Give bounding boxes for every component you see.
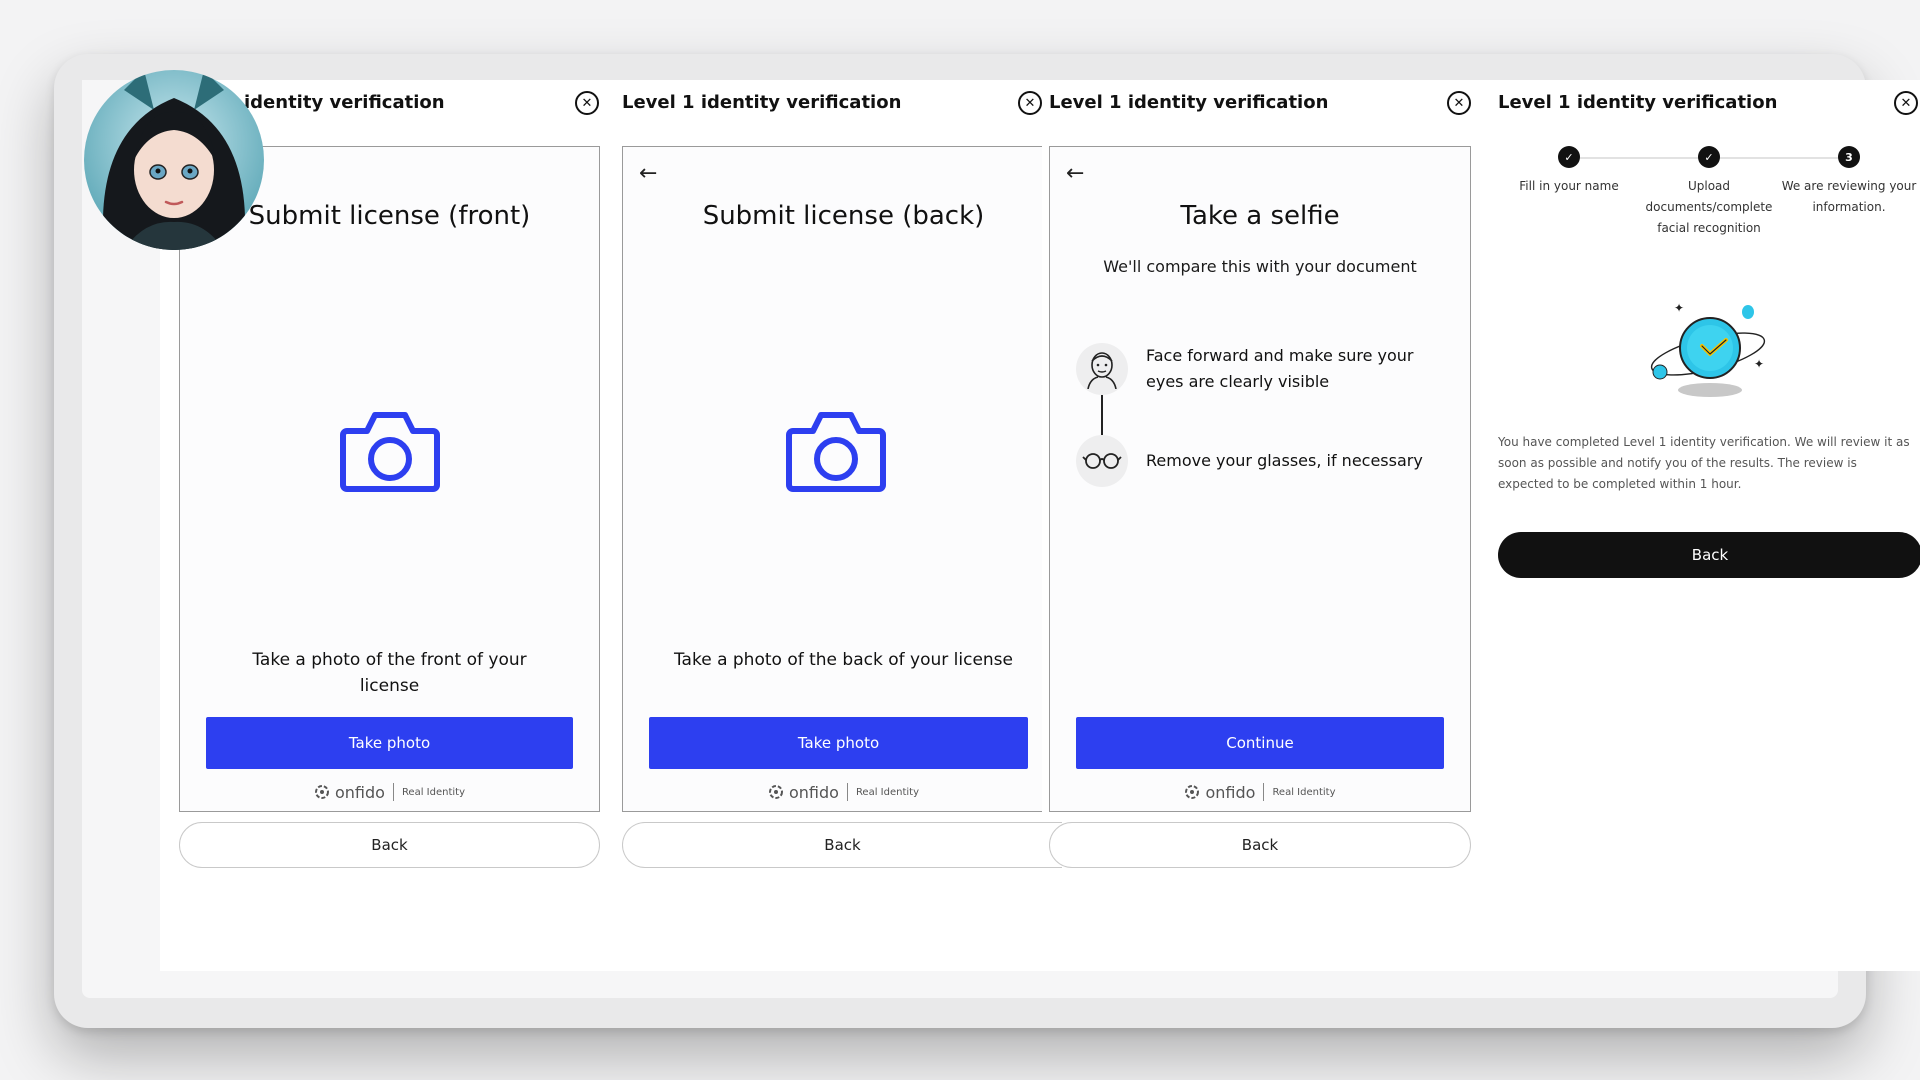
tagline: Real Identity — [1272, 786, 1336, 798]
face-icon — [1076, 343, 1128, 395]
onfido-mark-icon — [1185, 785, 1200, 799]
capture-frame: Submit license (front) Take a photo of t… — [179, 146, 600, 812]
progress-steps: ✓ Fill in your name ✓ Upload documents/c… — [1496, 146, 1920, 246]
onfido-text: onfido — [1205, 782, 1256, 802]
close-icon[interactable]: ✕ — [1894, 91, 1918, 115]
back-button[interactable]: Back — [622, 822, 1062, 868]
check-icon: ✓ — [1698, 146, 1720, 168]
panel-header: Level 1 identity verification ✕ — [622, 80, 1042, 140]
back-button[interactable]: Back — [1498, 532, 1920, 578]
verification-canvas: identity verification ✕ Submit license (… — [160, 80, 1920, 971]
onfido-logo: onfido — [314, 783, 385, 802]
camera-icon[interactable] — [339, 409, 441, 493]
panel-title-partial: identity verification — [244, 92, 445, 113]
svg-text:✦: ✦ — [1754, 357, 1764, 371]
panel-review: Level 1 identity verification ✕ ✓ Fill i… — [1496, 80, 1920, 971]
step-name: ✓ Fill in your name — [1494, 146, 1644, 197]
tip-glasses: Remove your glasses, if necessary — [1076, 435, 1450, 487]
capture-instructions: Take a photo of the front of your licens… — [252, 650, 527, 696]
glasses-icon — [1076, 435, 1128, 487]
tip-text: Face forward and make sure your eyes are… — [1146, 346, 1414, 391]
tip-face: Face forward and make sure your eyes are… — [1076, 343, 1450, 395]
step-upload: ✓ Upload documents/complete facial recog… — [1634, 146, 1784, 239]
powered-by: onfido Real Identity — [1050, 781, 1470, 803]
tip-text: Remove your glasses, if necessary — [1146, 451, 1423, 470]
panel-license-back: Level 1 identity verification ✕ ← Submit… — [622, 80, 1062, 971]
onfido-logo: onfido — [1184, 783, 1255, 802]
tagline: Real Identity — [855, 786, 919, 798]
panel-header: Level 1 identity verification ✕ — [1496, 80, 1920, 140]
selfie-frame: ← Take a selfie We'll compare this with … — [1049, 146, 1471, 812]
capture-instructions: Take a photo of the back of your license — [673, 650, 1013, 670]
onfido-logo: onfido — [768, 783, 839, 802]
continue-button[interactable]: Continue — [1076, 717, 1444, 769]
back-button[interactable]: Back — [1049, 822, 1471, 868]
panel-header: Level 1 identity verification ✕ — [1049, 80, 1471, 140]
capture-frame: ← Submit license (back) Take a photo of … — [622, 146, 1042, 812]
step-label: Upload documents/complete facial recogni… — [1645, 179, 1773, 235]
frame-title: Submit license (back) — [702, 201, 985, 231]
divider — [1263, 783, 1265, 801]
close-icon[interactable]: ✕ — [575, 91, 599, 115]
arrow-left-icon[interactable]: ← — [639, 163, 657, 185]
frame-title: Take a selfie — [1180, 201, 1340, 231]
step-number: 3 — [1838, 146, 1860, 168]
step-label: We are reviewing your information. — [1781, 179, 1917, 214]
step-label: Fill in your name — [1519, 179, 1619, 193]
completion-message: You have completed Level 1 identity veri… — [1498, 435, 1910, 491]
check-icon: ✓ — [1558, 146, 1580, 168]
panel-title: Level 1 identity verification — [1049, 92, 1329, 113]
onfido-text: onfido — [788, 782, 839, 802]
onfido-mark-icon — [768, 785, 783, 799]
take-photo-button[interactable]: Take photo — [206, 717, 573, 769]
close-icon[interactable]: ✕ — [1447, 91, 1471, 115]
svg-text:✦: ✦ — [1674, 301, 1684, 315]
onfido-text: onfido — [334, 782, 385, 802]
powered-by: onfido Real Identity — [623, 781, 1064, 803]
panel-title: Level 1 identity verification — [622, 92, 902, 113]
powered-by: onfido Real Identity — [180, 781, 599, 803]
panel-selfie: Level 1 identity verification ✕ ← Take a… — [1049, 80, 1471, 971]
frame-subtitle: We'll compare this with your document — [1103, 257, 1417, 276]
back-button[interactable]: Back — [179, 822, 600, 868]
divider — [846, 783, 848, 801]
tip-connector — [1101, 395, 1103, 435]
review-clock-illustration: ✦ ✦ — [1650, 301, 1766, 397]
tagline: Real Identity — [401, 786, 465, 798]
onfido-mark-icon — [314, 785, 329, 799]
camera-icon[interactable] — [785, 409, 887, 493]
divider — [392, 783, 394, 801]
take-photo-button[interactable]: Take photo — [649, 717, 1028, 769]
close-icon[interactable]: ✕ — [1018, 91, 1042, 115]
avatar — [84, 70, 264, 250]
arrow-left-icon[interactable]: ← — [1066, 163, 1084, 185]
panel-title: Level 1 identity verification — [1498, 92, 1778, 113]
step-review: 3 We are reviewing your information. — [1774, 146, 1920, 218]
